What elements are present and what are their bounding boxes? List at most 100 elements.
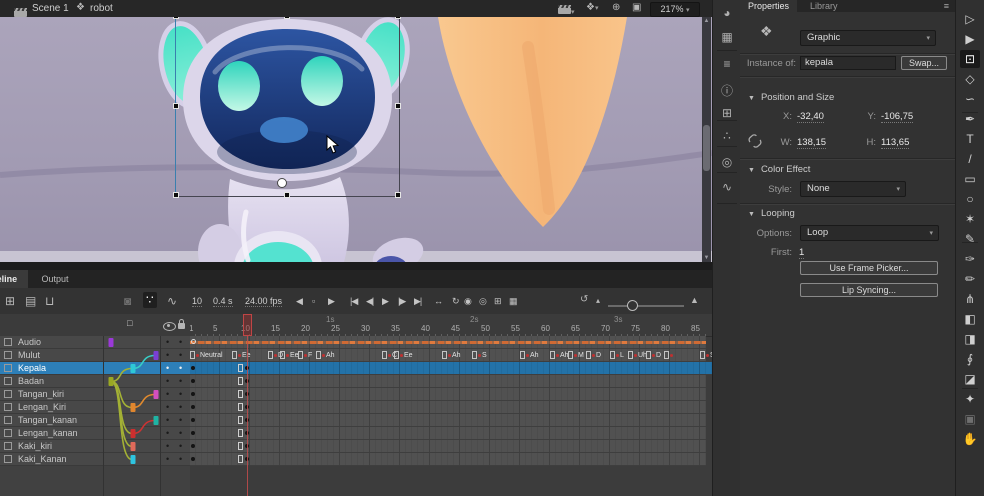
reset-timeline-zoom-icon[interactable]: ↺ — [580, 295, 588, 305]
center-frame-icon[interactable]: ⊕ — [612, 3, 620, 13]
layer-lock-dot[interactable]: • — [179, 362, 182, 374]
style-select[interactable]: None▾ — [800, 181, 906, 197]
keyframe-dot[interactable] — [191, 418, 195, 422]
transport-button-1[interactable]: ▫ — [312, 296, 314, 306]
parent-swatch-Tangan_kiri[interactable] — [154, 390, 159, 399]
parent-view-icon[interactable]: ∵ — [143, 292, 157, 308]
motion-editor-icon[interactable]: ∿ — [713, 180, 741, 194]
fps-value[interactable]: 24.00 fps — [245, 296, 282, 307]
layer-visibility-dot[interactable]: • — [166, 336, 169, 348]
hollow-keyframe[interactable] — [238, 429, 243, 437]
tab-library[interactable]: Library — [802, 0, 846, 12]
timeline-zoom-knob[interactable] — [627, 300, 638, 311]
lasso-tool[interactable]: ∽ — [960, 90, 980, 108]
frame-row-Lengan_Kiri[interactable] — [190, 401, 706, 414]
delete-layer-icon[interactable]: ⊔ — [45, 295, 54, 307]
camera-tool[interactable]: ▣ — [960, 410, 980, 428]
layer-visibility-dot[interactable]: • — [166, 427, 169, 439]
hollow-keyframe[interactable] — [238, 416, 243, 424]
phoneme-keyframe-Neutral[interactable]: Neutral — [190, 350, 223, 361]
clip-content-icon[interactable]: ▣ — [632, 3, 641, 13]
edit-scene-icon[interactable]: ▾ — [558, 4, 575, 16]
hollow-keyframe[interactable] — [238, 390, 243, 398]
parent-swatch-Badan[interactable] — [109, 377, 114, 386]
parent-swatch-Tangan_kanan[interactable] — [154, 416, 159, 425]
phoneme-keyframe-Ee[interactable]: Ee — [280, 350, 299, 361]
frame-row-Tangan_kanan[interactable] — [190, 414, 706, 427]
hollow-keyframe[interactable] — [238, 403, 243, 411]
free-transform-tool[interactable]: ⊡ — [960, 50, 980, 68]
tab-properties[interactable]: Properties — [740, 0, 797, 12]
rectangle-tool[interactable]: ▭ — [960, 170, 980, 188]
frame-row-Audio[interactable] — [190, 336, 706, 349]
lock-column-icon[interactable] — [178, 323, 185, 329]
layer-visibility-dot[interactable]: • — [166, 375, 169, 387]
hand-tool[interactable]: ✋ — [960, 430, 980, 448]
frame-ruler[interactable]: 15101520253035404550556065707580851s2s3s — [190, 314, 712, 337]
info-panel-icon[interactable]: ⓘ — [713, 82, 741, 99]
phoneme-keyframe-Ah[interactable]: Ah — [520, 350, 539, 361]
eraser-tool[interactable]: ◪ — [960, 370, 980, 388]
pencil-tool[interactable]: ✎ — [960, 230, 980, 248]
layer-visibility-dot[interactable]: • — [166, 414, 169, 426]
keyframe-dot[interactable] — [191, 457, 195, 461]
phoneme-keyframe-D[interactable]: D — [586, 350, 601, 361]
paint-bucket-tool[interactable]: ◧ — [960, 310, 980, 328]
symbol-breadcrumb[interactable]: robot — [90, 0, 113, 17]
zoom-out-frames-icon[interactable]: ▴ — [596, 297, 600, 305]
tab-timeline[interactable]: Timeline — [0, 270, 28, 288]
elapsed-time-value[interactable]: 0.4 s — [213, 296, 233, 307]
nav-button-3[interactable]: |▶ — [398, 296, 405, 307]
keyframe-dot[interactable] — [191, 392, 195, 396]
symbol-type-select[interactable]: Graphic▾ — [800, 30, 936, 46]
hollow-keyframe[interactable] — [238, 442, 243, 450]
nav-button-1[interactable]: ◀| — [366, 296, 373, 307]
current-frame-value[interactable]: 10 — [192, 296, 202, 307]
keyframe-dot[interactable] — [191, 444, 195, 448]
align-panel-icon[interactable]: ≡ — [713, 57, 741, 71]
section-looping[interactable]: ▼Looping — [748, 208, 795, 219]
ink-bottle-tool[interactable]: ◨ — [960, 330, 980, 348]
parent-swatch-Lengan_kanan[interactable] — [131, 429, 136, 438]
parent-swatch-Kaki_Kanan[interactable] — [131, 455, 136, 464]
bone-tool[interactable]: ⋔ — [960, 290, 980, 308]
layer-visibility-dot[interactable]: • — [166, 388, 169, 400]
scroll-up-icon[interactable]: ▲ — [702, 18, 711, 24]
eyedropper-tool[interactable]: ∮ — [960, 350, 980, 368]
timeline-zoom-slider[interactable] — [608, 305, 684, 307]
layer-lock-dot[interactable]: • — [179, 375, 182, 387]
asset-warp-tool[interactable]: ✦ — [960, 390, 980, 408]
loop-options-select[interactable]: Loop▾ — [800, 225, 939, 241]
line-tool[interactable]: / — [960, 150, 980, 168]
onion-skin-button-1[interactable]: ◎ — [479, 296, 486, 307]
layer-lock-dot[interactable]: • — [179, 349, 182, 361]
onion-skin-button-0[interactable]: ◉ — [464, 296, 471, 307]
frame-row-Tangan_kiri[interactable] — [190, 388, 706, 401]
first-frame-value[interactable]: 1 — [799, 247, 804, 259]
edit-symbols-icon[interactable]: ❖▾ — [586, 3, 598, 13]
brush-library-icon[interactable]: ∴ — [713, 129, 741, 143]
layer-visibility-dot[interactable]: • — [166, 453, 169, 465]
cc-libraries-icon[interactable]: ◎ — [713, 155, 741, 169]
phoneme-keyframe-Ah[interactable]: Ah — [316, 350, 335, 361]
stage-canvas[interactable]: ▲ ▼ — [0, 17, 712, 262]
panel-menu-icon[interactable]: ≡ — [944, 0, 949, 12]
w-value[interactable]: 138,15 — [797, 137, 826, 149]
layer-lock-dot[interactable]: • — [179, 440, 182, 452]
classic-brush-tool[interactable]: ✏ — [960, 270, 980, 288]
transport-button-0[interactable]: ◀ — [296, 296, 302, 307]
scene-breadcrumb[interactable]: Scene 1 — [32, 0, 69, 17]
onion-skin-button-2[interactable]: ⊞ — [494, 296, 501, 307]
parent-swatch-Kaki_kiri[interactable] — [131, 442, 136, 451]
stage-zoom-select[interactable]: 217% ▾ — [650, 2, 700, 17]
swap-button[interactable]: Swap... — [901, 56, 947, 70]
parent-swatch-Kepala[interactable] — [131, 364, 136, 373]
zoom-in-frames-icon[interactable]: ▲ — [690, 296, 699, 305]
frame-action-button-0[interactable]: ↔ — [434, 296, 442, 306]
playhead-marker[interactable] — [243, 314, 252, 336]
swatches-panel-icon[interactable]: ▦ — [713, 30, 741, 44]
selection-tool[interactable]: ▷ — [960, 10, 980, 28]
layer-visibility-dot[interactable]: • — [166, 401, 169, 413]
keyframe-dot[interactable] — [191, 379, 195, 383]
new-folder-icon[interactable]: ▤ — [25, 295, 36, 307]
